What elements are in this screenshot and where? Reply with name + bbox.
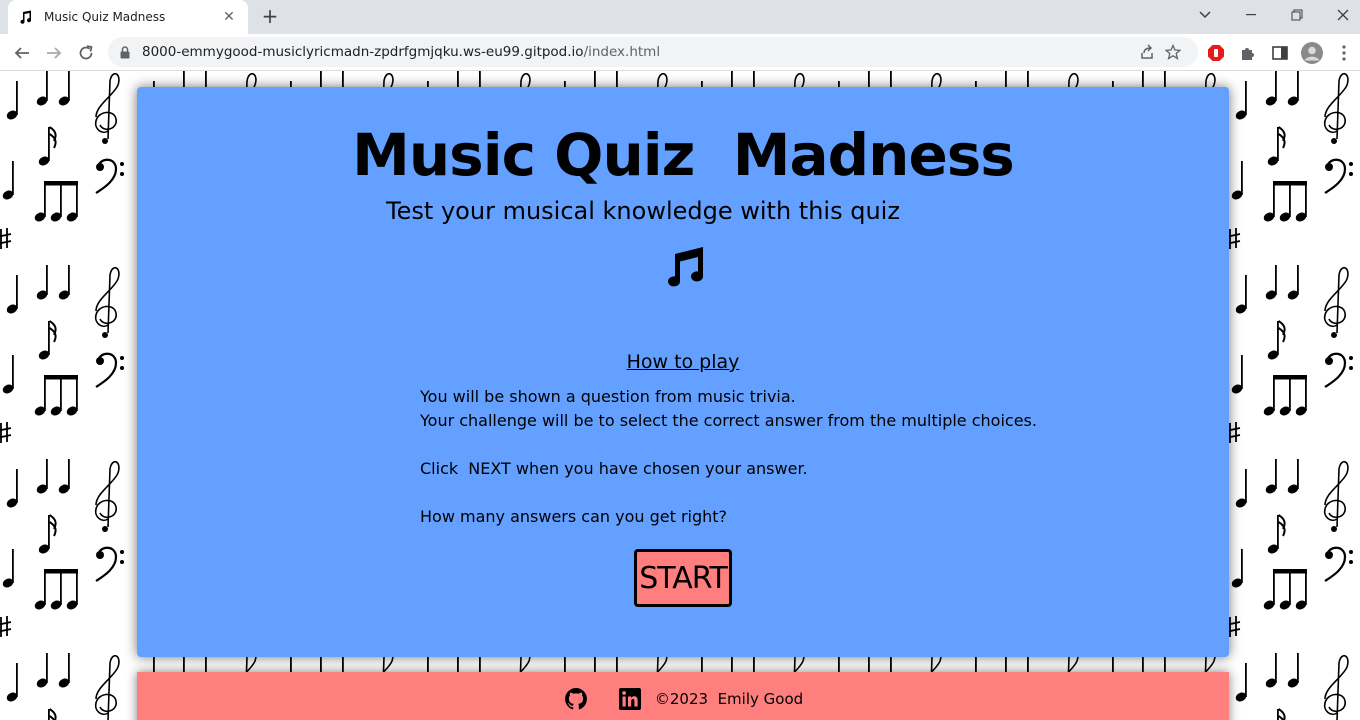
instruction-line: You will be shown a question from music … [420,387,796,406]
copyright-text: ©2023 Emily Good [654,690,804,708]
instructions: You will be shown a question from music … [420,385,1037,529]
more-menu-icon[interactable] [1332,41,1356,65]
adblock-extension-icon[interactable] [1204,41,1228,65]
instruction-line: Your challenge will be to select the cor… [420,411,1037,430]
reload-icon[interactable] [72,39,100,67]
page-title: Music Quiz Madness [352,121,1015,189]
how-to-play-heading: How to play [626,351,740,373]
tab-title: Music Quiz Madness [44,10,166,24]
linkedin-icon[interactable] [617,686,643,712]
tab-search-icon[interactable] [1182,0,1228,30]
new-tab-button[interactable]: + [258,5,282,29]
lock-icon [120,45,134,59]
forward-icon[interactable] [40,39,68,67]
quiz-card: Music Quiz Madness Test your musical kno… [137,87,1229,657]
profile-avatar[interactable] [1300,41,1324,65]
start-button[interactable]: START [634,549,732,607]
share-icon[interactable] [1134,39,1160,65]
browser-tab[interactable]: Music Quiz Madness ✕ [8,0,248,34]
music-pattern-left [0,71,137,720]
music-pattern-right [1229,71,1360,720]
back-icon[interactable] [8,39,36,67]
extensions-puzzle-icon[interactable] [1236,41,1260,65]
minimize-button[interactable] [1228,0,1274,30]
github-icon[interactable] [563,686,589,712]
page-subtitle: Test your musical knowledge with this qu… [386,197,900,225]
restore-button[interactable] [1274,0,1320,30]
music-note-icon [18,9,34,25]
page-body: Music Quiz Madness Test your musical kno… [0,71,1360,720]
browser-toolbar: 8000-emmygood-musiclyricmadn-zpdrfgmjqku… [0,34,1360,71]
tab-close-icon[interactable]: ✕ [220,9,238,25]
music-pattern-top [137,71,1230,87]
url-text: 8000-emmygood-musiclyricmadn-zpdrfgmjqku… [142,44,1134,60]
side-panel-icon[interactable] [1268,41,1292,65]
bookmark-star-icon[interactable] [1160,39,1186,65]
instruction-line: Click NEXT when you have chosen your ans… [420,459,808,478]
instruction-line: How many answers can you get right? [420,507,728,526]
url-host: 8000-emmygood-musiclyricmadn-zpdrfgmjqku… [142,44,584,60]
browser-tabstrip: Music Quiz Madness ✕ + [0,0,1360,34]
url-path: /index.html [583,44,661,60]
music-notes-icon [661,244,705,288]
close-window-button[interactable] [1320,0,1360,30]
address-bar[interactable]: 8000-emmygood-musiclyricmadn-zpdrfgmjqku… [108,37,1198,67]
music-pattern-middle [137,657,1230,673]
footer: ©2023 Emily Good [137,672,1229,720]
